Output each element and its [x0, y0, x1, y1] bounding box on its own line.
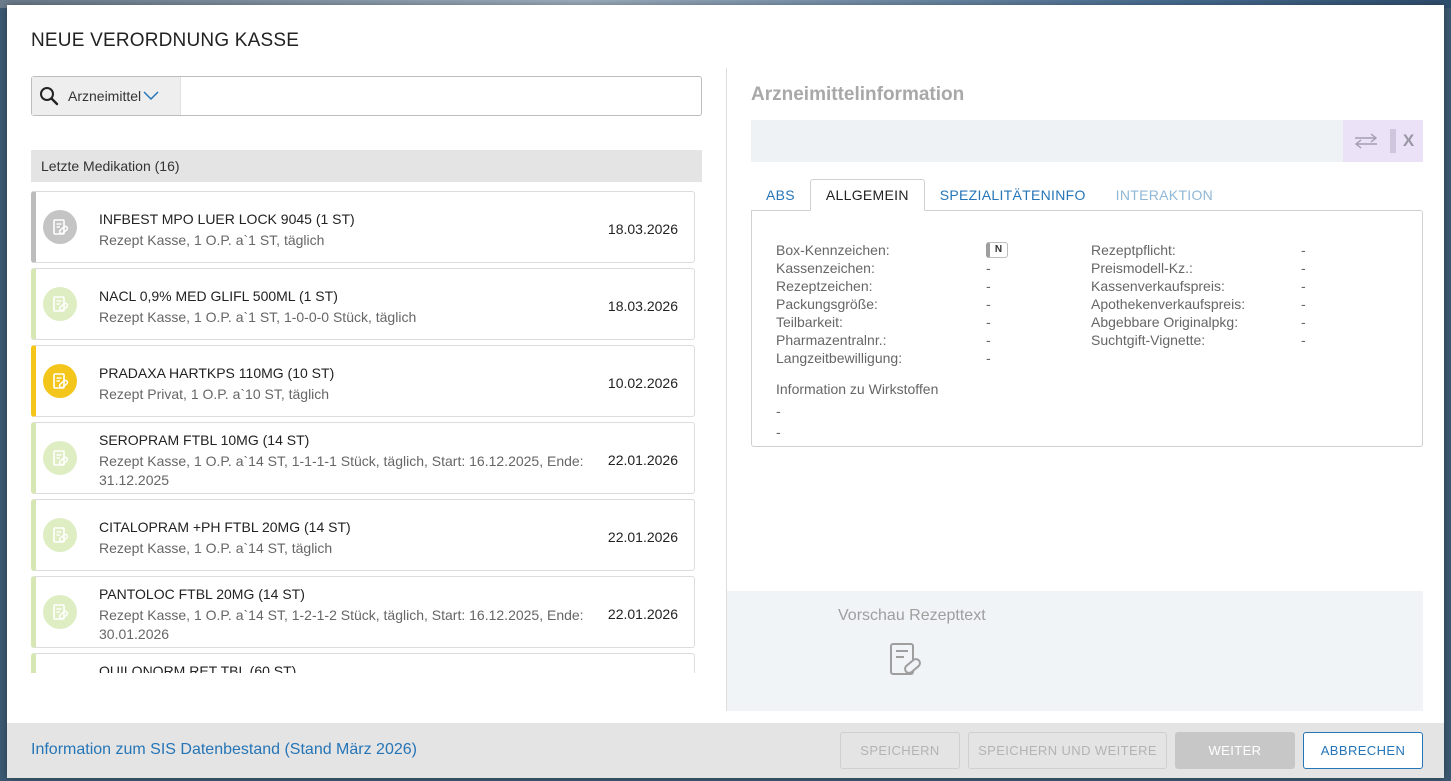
medication-dosage: Rezept Kasse, 1 O.P. a`1 ST, täglich: [99, 232, 325, 248]
medication-name: QUILONORM RET TBL (60 ST): [99, 663, 297, 673]
active-ingredients-value: -: [776, 403, 781, 419]
field-value: -: [986, 332, 991, 348]
cancel-button[interactable]: ABBRECHEN: [1303, 732, 1423, 769]
medication-date: 22.01.2026: [607, 452, 678, 468]
dialog-footer: Information zum SIS Datenbestand (Stand …: [7, 723, 1444, 778]
next-button[interactable]: WEITER: [1175, 732, 1295, 769]
field-label: Suchtgift-Vignette:: [1091, 332, 1206, 348]
search-input[interactable]: [181, 77, 701, 115]
medication-item[interactable]: NACL 0,9% MED GLIFL 500ML (1 ST) Rezept …: [31, 268, 695, 340]
field-value: -: [1301, 278, 1306, 294]
medication-item[interactable]: INFBEST MPO LUER LOCK 9045 (1 ST) Rezept…: [31, 191, 695, 263]
medication-name: CITALOPRAM +PH FTBL 20MG (14 ST): [99, 519, 351, 535]
medication-name: INFBEST MPO LUER LOCK 9045 (1 ST): [99, 211, 355, 227]
field-label: Preismodell-Kz.:: [1091, 260, 1193, 276]
medication-dosage: Rezept Kasse, 1 O.P. a`14 ST, 1-2-1-2 St…: [99, 607, 584, 642]
medication-date: 18.03.2026: [607, 298, 678, 314]
recent-medication-header: Letzte Medikation (16): [31, 150, 702, 182]
field-label: Kassenverkaufspreis:: [1091, 278, 1225, 294]
prescription-text-preview: Vorschau Rezepttext: [727, 591, 1423, 711]
field-value: -: [986, 296, 991, 312]
medication-item[interactable]: PANTOLOC FTBL 20MG (14 ST) Rezept Kasse,…: [31, 576, 695, 648]
tab-panel-allgemein: Box-Kennzeichen: Kassenzeichen: Rezeptze…: [751, 210, 1423, 447]
drug-info-tabs: ABS ALLGEMEIN SPEZIALITÄTENINFO INTERAKT…: [751, 179, 1228, 211]
medication-name: PANTOLOC FTBL 20MG (14 ST): [99, 586, 305, 602]
field-label: Box-Kennzeichen:: [776, 242, 890, 258]
field-label: Apothekenverkaufspreis:: [1091, 296, 1246, 312]
medication-name: SEROPRAM FTBL 10MG (14 ST): [99, 432, 310, 448]
medication-dosage: Rezept Kasse, 1 O.P. a`1 ST, 1-0-0-0 Stü…: [99, 309, 417, 325]
box-code-badge: N: [986, 242, 1008, 258]
field-label: Pharmazentralnr.:: [776, 332, 887, 348]
field-value: -: [1301, 260, 1306, 276]
medication-date: 10.02.2026: [607, 375, 678, 391]
general-field-labels-right: Rezeptpflicht: Preismodell-Kz.: Kassenve…: [1091, 241, 1301, 349]
swap-arrows-icon[interactable]: [1352, 133, 1380, 149]
recent-medication-list[interactable]: INFBEST MPO LUER LOCK 9045 (1 ST) Rezept…: [31, 191, 697, 673]
field-label: Packungsgröße:: [776, 296, 878, 312]
chevron-down-icon: [143, 91, 159, 101]
field-value: -: [1301, 332, 1306, 348]
field-label: Abgebbare Originalpkg:: [1091, 314, 1239, 330]
field-label: Langzeitbewilligung:: [776, 350, 903, 366]
field-label: Rezeptzeichen:: [776, 278, 873, 294]
preview-title: Vorschau Rezepttext: [838, 607, 986, 624]
field-value: -: [1301, 242, 1306, 258]
tab-interaktion[interactable]: INTERAKTION: [1101, 179, 1228, 211]
medication-date: 18.03.2026: [607, 221, 678, 237]
medication-item[interactable]: QUILONORM RET TBL (60 ST): [31, 653, 695, 673]
field-value: -: [986, 278, 991, 294]
drug-info-title: Arzneimittelinformation: [751, 84, 965, 105]
medication-search: Arzneimittel: [31, 76, 702, 116]
field-value: -: [1301, 296, 1306, 312]
prescription-status-icon: [43, 287, 77, 321]
field-label: Kassenzeichen:: [776, 260, 875, 276]
action-separator: [1389, 129, 1396, 153]
search-type-label: Arzneimittel: [68, 88, 142, 104]
dialog-title: NEUE VERORDNUNG KASSE: [31, 30, 300, 51]
general-field-values-left: N - - - - - -: [986, 241, 1066, 367]
general-field-labels-left: Box-Kennzeichen: Kassenzeichen: Rezeptze…: [776, 241, 986, 367]
medication-dosage: Rezept Privat, 1 O.P. a`10 ST, täglich: [99, 386, 330, 402]
medication-item[interactable]: SEROPRAM FTBL 10MG (14 ST) Rezept Kasse,…: [31, 422, 695, 494]
medication-item[interactable]: CITALOPRAM +PH FTBL 20MG (14 ST) Rezept …: [31, 499, 695, 571]
medication-dosage: Rezept Kasse, 1 O.P. a`14 ST, 1-1-1-1 St…: [99, 453, 584, 488]
tab-spezialitaeteninfo[interactable]: SPEZIALITÄTENINFO: [925, 179, 1101, 211]
search-type-dropdown[interactable]: Arzneimittel: [32, 77, 181, 115]
field-value: -: [986, 314, 991, 330]
field-value: -: [1301, 314, 1306, 330]
drug-info-bar: X: [751, 120, 1423, 162]
medication-name: NACL 0,9% MED GLIFL 500ML (1 ST): [99, 288, 338, 304]
active-ingredients-value: -: [776, 424, 781, 440]
active-ingredients-label: Information zu Wirkstoffen: [776, 381, 939, 397]
drug-info-actions: X: [1343, 120, 1423, 162]
field-value: -: [986, 260, 991, 276]
medication-name: PRADAXA HARTKPS 110MG (10 ST): [99, 365, 335, 381]
medication-date: 22.01.2026: [607, 606, 678, 622]
general-field-values-right: - - - - - -: [1301, 241, 1361, 349]
new-prescription-dialog: NEUE VERORDNUNG KASSE Arzneimittel Letzt…: [7, 5, 1444, 778]
medication-dosage: Rezept Kasse, 1 O.P. a`14 ST, täglich: [99, 540, 333, 556]
prescription-status-icon: [43, 595, 77, 629]
field-label: Teilbarkeit:: [776, 314, 843, 330]
close-icon[interactable]: X: [1403, 131, 1414, 151]
save-and-more-button[interactable]: SPEICHERN UND WEITERE: [968, 732, 1167, 769]
field-value: -: [986, 350, 991, 366]
sis-info-link[interactable]: Information zum SIS Datenbestand (Stand …: [31, 741, 417, 759]
medication-date: 22.01.2026: [607, 529, 678, 545]
prescription-status-icon: [43, 518, 77, 552]
prescription-status-icon: [43, 441, 77, 475]
save-button[interactable]: SPEICHERN: [840, 732, 960, 769]
prescription-pen-icon: [890, 643, 921, 675]
search-icon: [40, 87, 59, 106]
prescription-status-icon: [43, 364, 77, 398]
field-label: Rezeptpflicht:: [1091, 242, 1176, 258]
tab-allgemein[interactable]: ALLGEMEIN: [809, 179, 925, 211]
prescription-status-icon: [43, 210, 77, 244]
tab-abs[interactable]: ABS: [751, 179, 810, 211]
medication-item[interactable]: PRADAXA HARTKPS 110MG (10 ST) Rezept Pri…: [31, 345, 695, 417]
